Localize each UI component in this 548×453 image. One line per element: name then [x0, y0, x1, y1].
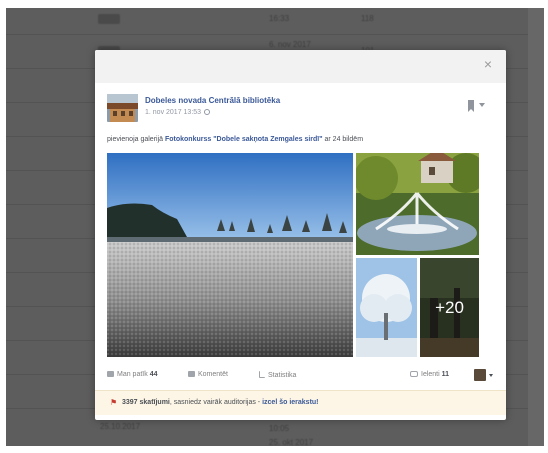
row-time: 16:33: [269, 14, 290, 23]
photo-more-tile[interactable]: +20: [420, 258, 479, 357]
close-icon[interactable]: ×: [480, 56, 496, 72]
photo-fountain[interactable]: [356, 153, 479, 255]
like-label: Man patīk: [117, 371, 148, 378]
like-icon: [107, 371, 114, 377]
like-count: 44: [149, 371, 158, 378]
gallery-link[interactable]: Fotokonkurss "Dobele sakņota Zemgales si…: [165, 136, 323, 143]
post-text-suffix: ar 24 bildēm: [322, 136, 364, 143]
boost-post-link[interactable]: izcel šo ierakstu!: [262, 399, 318, 406]
comment-button[interactable]: Komentēt: [188, 371, 228, 378]
row-date: 25. okt 2017: [269, 438, 314, 446]
row-date: 6. nov 2017: [269, 40, 311, 49]
flag-icon: ⚑: [110, 398, 118, 407]
stats-label: Statistika: [268, 372, 297, 379]
page-avatar[interactable]: [107, 94, 138, 122]
page-name-link[interactable]: Dobeles novada Centrālā bibliotēka: [145, 96, 280, 105]
chevron-down-icon[interactable]: [489, 374, 493, 377]
scrollbar-track[interactable]: [528, 8, 544, 446]
post-preview-dialog: × Dobeles novada Centrālā bibliotēka 1. …: [95, 50, 506, 420]
post-actions-bar: Man patīk 44 Komentēt Statistika Ielenti…: [107, 368, 494, 388]
bookmark-icon[interactable]: [468, 100, 474, 112]
comment-label: Komentēt: [198, 371, 228, 378]
post-as-avatar[interactable]: [474, 369, 486, 381]
reach-middle: , sasniedz vairāk auditorijas -: [169, 399, 263, 406]
dialog-header: ×: [95, 50, 506, 83]
globe-icon: [204, 109, 211, 115]
post-text: pievienoja galerijā Fotokonkurss "Dobele…: [107, 136, 363, 143]
row-thumbnail: [98, 14, 120, 24]
post-text-prefix: pievienoja galerijā: [107, 136, 165, 143]
share-icon: [410, 371, 418, 377]
shares-button[interactable]: Ielenti 11: [410, 371, 449, 378]
photo-frozen-lake[interactable]: [107, 153, 353, 357]
like-button[interactable]: Man patīk 44: [107, 371, 158, 378]
photo-frosty-tree[interactable]: [356, 258, 417, 357]
row-count: 118: [361, 14, 374, 23]
comment-icon: [188, 371, 195, 377]
reach-count: 3397 skatījumi: [122, 399, 170, 406]
stats-icon: [259, 371, 265, 378]
boost-text: 3397 skatījumi, sasniedz vairāk auditori…: [122, 399, 319, 406]
post-timestamp: 1. nov 2017 13:53: [145, 109, 211, 116]
shares-label: Ielenti: [421, 371, 440, 378]
stats-button[interactable]: Statistika: [259, 371, 296, 379]
table-row: 16:33 118: [6, 8, 544, 35]
boost-banner: ⚑ 3397 skatījumi, sasniedz vairāk audito…: [95, 390, 506, 415]
shares-count: 11: [441, 371, 450, 378]
chevron-down-icon[interactable]: [479, 103, 485, 107]
timestamp-text[interactable]: 1. nov 2017 13:53: [145, 109, 201, 116]
more-photos-count[interactable]: +20: [420, 258, 479, 357]
photo-gallery: +20: [107, 153, 479, 357]
